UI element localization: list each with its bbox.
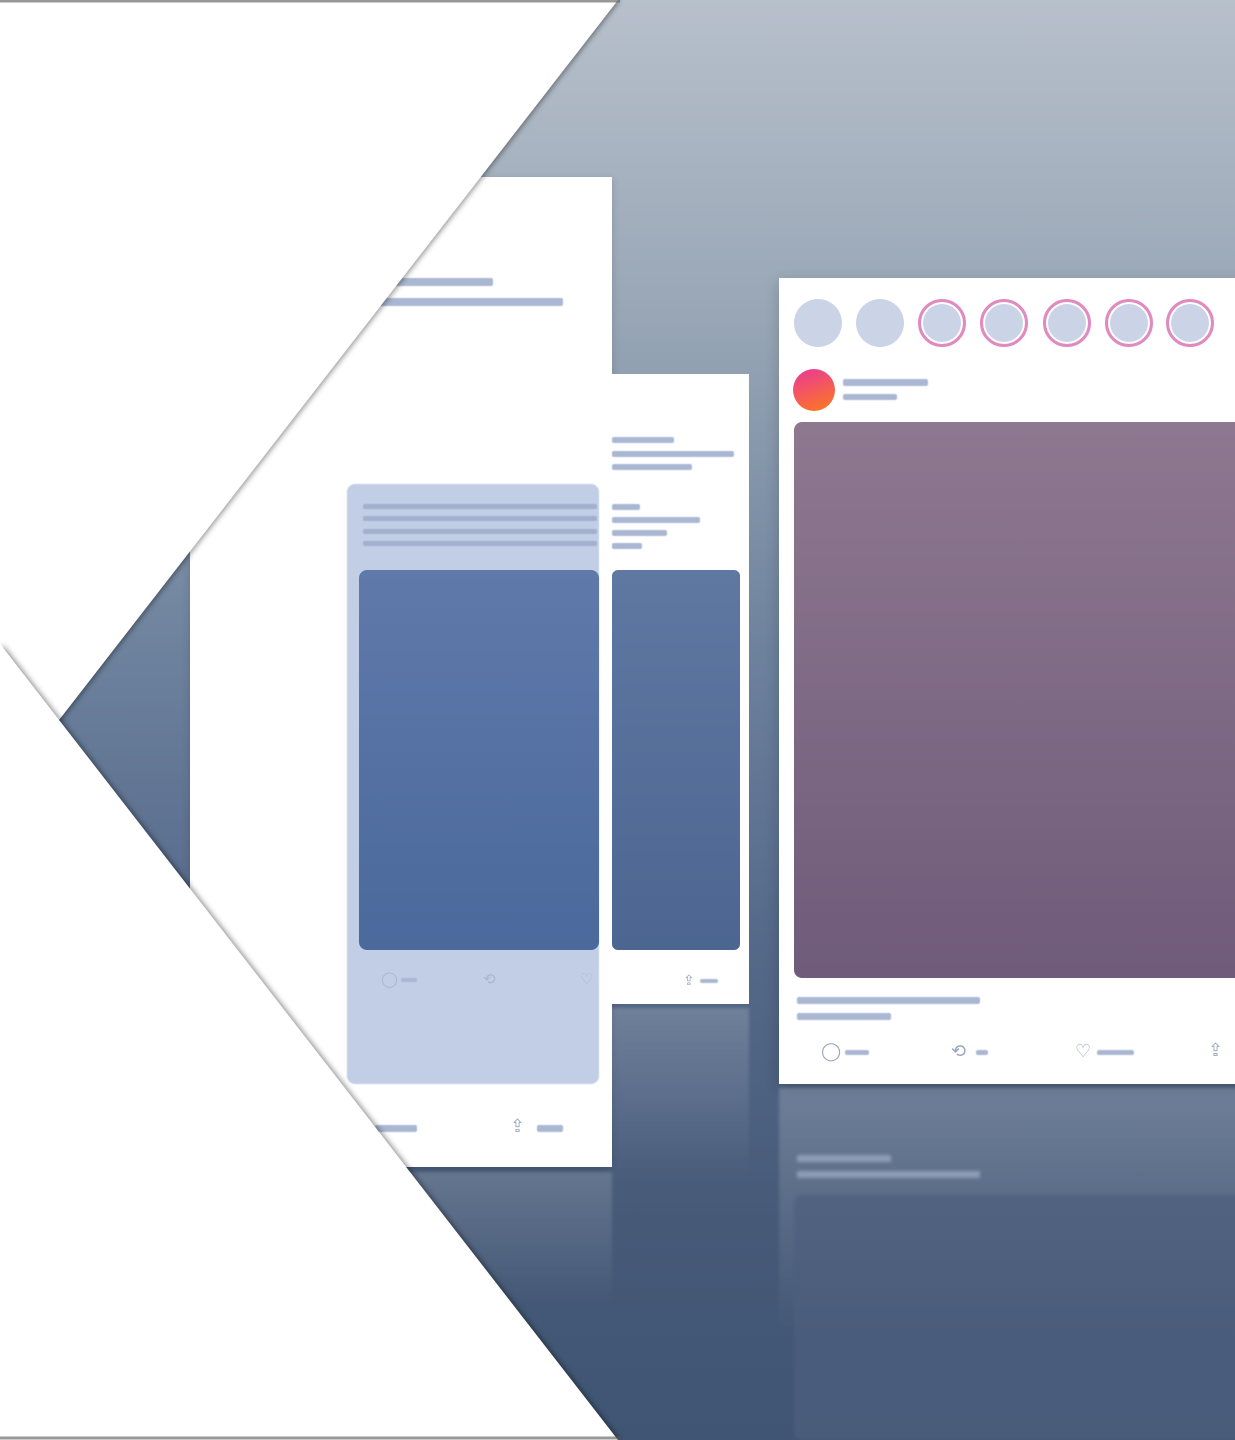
bottom-white-triangle: [0, 644, 618, 1440]
top-white-triangle: [0, 0, 618, 796]
white-chevron-overlay: [0, 0, 620, 1440]
background-scene: ⇪ ◯ ⟲ ♡ ♡ ⇪ ◯ ⟲ ♡ ⇪: [0, 0, 1235, 1440]
